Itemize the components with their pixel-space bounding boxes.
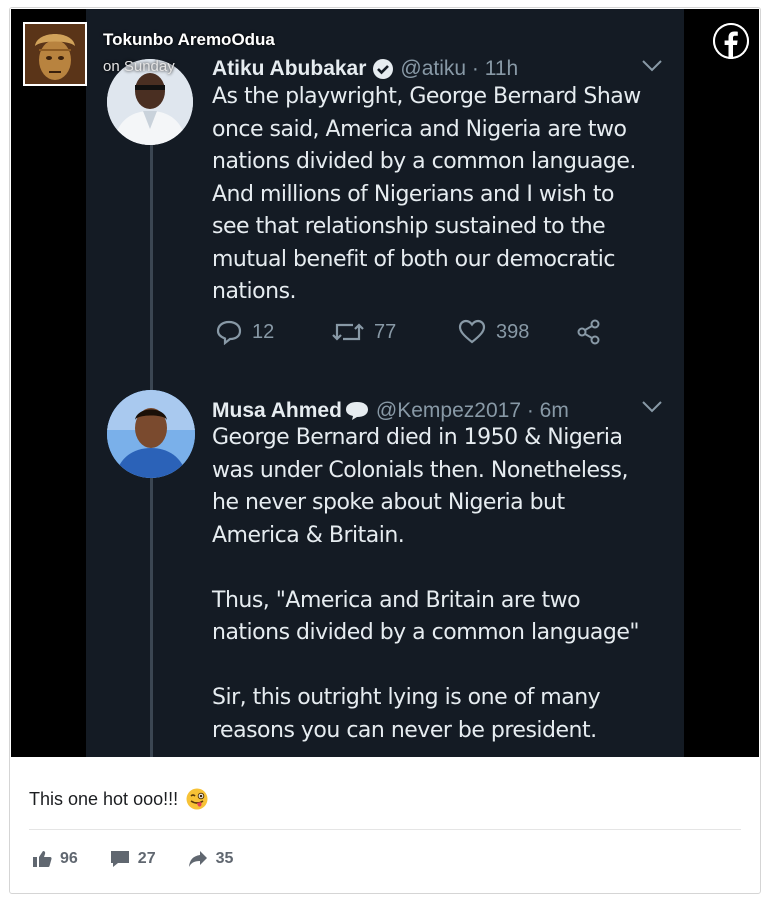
tweet1-name[interactable]: Atiku Abubakar — [212, 57, 366, 81]
share-action[interactable] — [576, 319, 612, 345]
retweet-icon — [332, 323, 364, 341]
post-author-overlay — [23, 22, 87, 86]
heart-icon — [458, 319, 486, 344]
verified-icon — [373, 59, 394, 79]
reply-icon — [216, 320, 242, 345]
tweet1-actions: 12 77 398 — [216, 319, 612, 345]
tweet1-text: As the playwright, George Bernard Shaw o… — [212, 84, 641, 304]
chevron-down-icon[interactable] — [641, 400, 663, 419]
thumbs-up-icon — [33, 851, 52, 867]
like-stat[interactable]: 96 — [32, 850, 78, 868]
post-timestamp[interactable]: on Sunday — [103, 58, 175, 75]
comment-icon — [110, 851, 129, 867]
like-count: 398 — [496, 320, 530, 343]
facebook-post-card: Atiku Abubakar @atiku · 11h As the playw… — [9, 7, 761, 894]
share-arrow-icon — [188, 851, 207, 867]
like-count-stat: 96 — [60, 850, 78, 867]
comment-stat[interactable]: 27 — [110, 850, 156, 868]
musa-avatar — [107, 390, 195, 478]
comment-count-stat: 27 — [137, 850, 156, 867]
share-icon — [577, 319, 600, 345]
speech-bubble-icon — [345, 402, 368, 420]
tweet1-handle[interactable]: @atiku · 11h — [400, 57, 518, 81]
tweet-screenshot: Atiku Abubakar @atiku · 11h As the playw… — [86, 9, 684, 757]
winking-tongue-emoji-icon — [186, 788, 208, 810]
engagement-stats: 96 27 35 — [32, 850, 265, 868]
tweet1-header: Atiku Abubakar @atiku · 11h — [212, 57, 518, 81]
reply-action[interactable]: 12 — [216, 319, 332, 345]
tweet2-header: Musa Ahmed @Kempez2017 · 6m — [212, 399, 569, 423]
like-action[interactable]: 398 — [458, 319, 576, 345]
tweet2-name[interactable]: Musa Ahmed — [212, 399, 342, 423]
share-count-stat: 35 — [215, 850, 234, 867]
facebook-logo-icon[interactable] — [713, 23, 749, 59]
author-name[interactable]: Tokunbo AremoOdua — [103, 30, 275, 50]
retweet-action[interactable]: 77 — [332, 320, 458, 344]
caption-text: This one hot ooo!!! — [29, 788, 179, 809]
share-stat[interactable]: 35 — [188, 850, 234, 868]
tweet2-handle[interactable]: @Kempez2017 · 6m — [376, 399, 569, 423]
reply-count: 12 — [252, 320, 275, 343]
tweet2-text: George Bernard died in 1950 & Nigeria wa… — [212, 425, 640, 743]
retweet-count: 77 — [374, 320, 397, 343]
chevron-down-icon[interactable] — [641, 59, 663, 78]
divider — [29, 829, 741, 830]
author-avatar[interactable] — [23, 22, 87, 86]
post-caption: This one hot ooo!!! — [29, 788, 208, 810]
post-image[interactable]: Atiku Abubakar @atiku · 11h As the playw… — [11, 9, 759, 757]
